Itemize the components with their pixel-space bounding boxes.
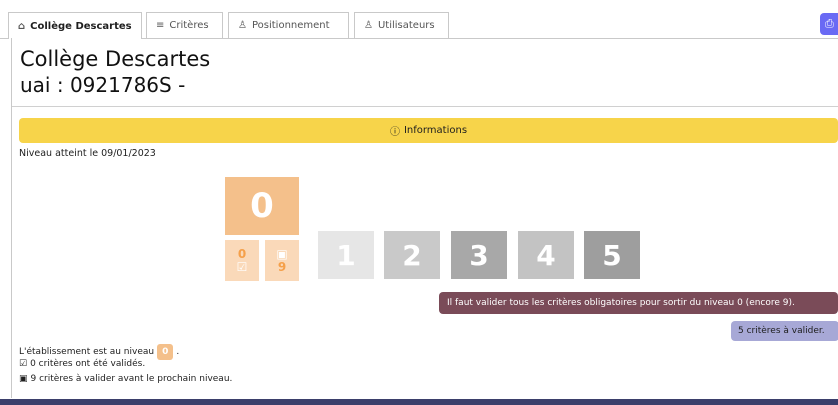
informations-banner[interactable]: ⓘ Informations bbox=[19, 118, 838, 143]
current-level-value: 0 bbox=[250, 186, 274, 226]
remaining-criteria-tile: ▣ 9 bbox=[265, 240, 299, 281]
summary-validated-row: ☑ 0 critères ont été validés. bbox=[19, 357, 232, 372]
level-number: 3 bbox=[469, 238, 489, 272]
level-number: 5 bbox=[602, 238, 622, 272]
clipboard-icon: ▣ bbox=[276, 247, 288, 261]
page-title: Collège Descartes bbox=[20, 47, 211, 71]
required-criteria-badge: Il faut valider tous les critères obliga… bbox=[439, 292, 838, 314]
tab-label: Critères bbox=[169, 20, 209, 31]
user-icon: ♙ bbox=[238, 20, 247, 31]
level-summary: L'établissement est au niveau 0 . ☑ 0 cr… bbox=[19, 344, 232, 387]
checkbox-icon: ☑ bbox=[236, 260, 248, 274]
uai-subtitle: uai : 0921786S - bbox=[20, 73, 186, 97]
level-number: 2 bbox=[402, 238, 422, 272]
content-border bbox=[11, 38, 12, 398]
level-number: 1 bbox=[336, 238, 356, 272]
banner-label: Informations bbox=[403, 125, 468, 136]
home-icon: ⌂ bbox=[18, 20, 26, 32]
tab-college[interactable]: ⌂ Collège Descartes bbox=[8, 12, 142, 39]
tab-utilisateurs[interactable]: ♙ Utilisateurs bbox=[354, 12, 449, 38]
summary-remaining-text: 9 critères à valider avant le prochain n… bbox=[30, 374, 233, 384]
checkbox-icon: ☑ bbox=[19, 359, 28, 369]
level-tile-2: 2 bbox=[384, 231, 440, 279]
info-icon: ⓘ bbox=[389, 127, 400, 138]
summary-remaining-row: ▣ 9 critères à valider avant le prochain… bbox=[19, 372, 232, 387]
summary-level-suffix: . bbox=[176, 346, 180, 357]
tab-label: Utilisateurs bbox=[377, 20, 435, 31]
tab-label: Positionnement bbox=[251, 20, 330, 31]
current-level-tile: 0 bbox=[225, 177, 299, 235]
level-tile-5: 5 bbox=[584, 231, 640, 279]
footer-bar bbox=[0, 399, 838, 405]
divider bbox=[12, 106, 838, 107]
print-button[interactable]: ⎙ bbox=[820, 13, 838, 35]
level-pill: 0 bbox=[157, 344, 174, 360]
tab-positionnement[interactable]: ♙ Positionnement bbox=[228, 12, 349, 38]
level-tile-1: 1 bbox=[318, 231, 374, 279]
summary-validated-text: 0 critères ont été validés. bbox=[30, 359, 146, 369]
level-reached-date: Niveau atteint le 09/01/2023 bbox=[19, 148, 156, 159]
tab-criteres[interactable]: ≡ Critères bbox=[146, 12, 223, 38]
level-number: 4 bbox=[536, 238, 556, 272]
level-tile-3: 3 bbox=[451, 231, 507, 279]
criteria-to-validate-badge: 5 critères à valider. bbox=[731, 321, 838, 341]
printer-icon: ⎙ bbox=[825, 17, 834, 30]
validated-count: 0 bbox=[237, 247, 247, 261]
remaining-count: 9 bbox=[277, 260, 287, 274]
level-tile-4: 4 bbox=[518, 231, 574, 279]
user-icon: ♙ bbox=[364, 20, 373, 31]
validated-criteria-tile: 0 ☑ bbox=[225, 240, 259, 281]
clipboard-icon: ▣ bbox=[19, 374, 28, 384]
tab-label: Collège Descartes bbox=[30, 20, 132, 32]
tab-bar: ⌂ Collège Descartes ≡ Critères ♙ Positio… bbox=[0, 0, 838, 39]
list-icon: ≡ bbox=[156, 20, 165, 31]
